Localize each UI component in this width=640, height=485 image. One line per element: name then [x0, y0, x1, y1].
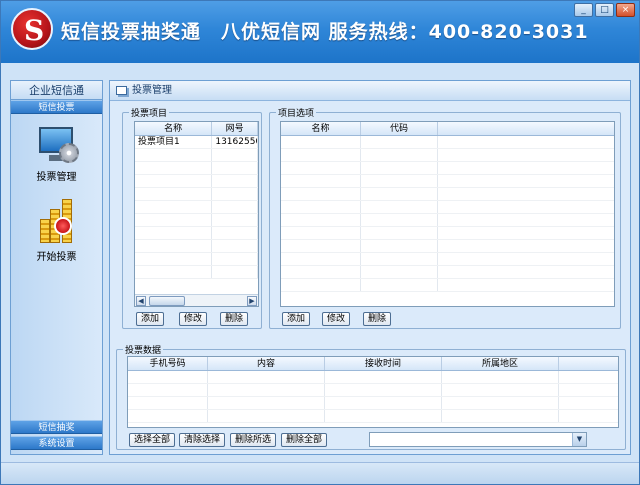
vote-items-grid[interactable]: 名称 网号 投票项目1 13162550018: [134, 121, 259, 307]
column-header[interactable]: 接收时间: [325, 357, 442, 370]
column-header[interactable]: 代码: [361, 122, 438, 135]
grid-body: 投票项目1 13162550018: [135, 136, 258, 279]
status-bar: [1, 462, 639, 484]
option-add-button[interactable]: 添加: [282, 312, 311, 326]
vote-data-grid[interactable]: 手机号码 内容 接收时间 所属地区: [127, 356, 619, 428]
select-all-button[interactable]: 选择全部: [129, 433, 176, 447]
delete-all-button[interactable]: 删除全部: [281, 433, 328, 447]
item-options-grid[interactable]: 名称 代码: [280, 121, 615, 307]
vote-item-add-button[interactable]: 添加: [136, 312, 165, 326]
option-edit-button[interactable]: 修改: [322, 312, 351, 326]
horizontal-scrollbar[interactable]: ◀ ▶: [135, 294, 258, 306]
filter-select[interactable]: ▼: [369, 432, 587, 447]
delete-selected-button[interactable]: 删除所选: [230, 433, 277, 447]
nav-tool-vote-manage[interactable]: 投票管理: [11, 125, 102, 183]
grid-header: 手机号码 内容 接收时间 所属地区: [128, 357, 618, 371]
nav-header: 企业短信通: [11, 81, 102, 100]
column-header[interactable]: 所属地区: [442, 357, 559, 370]
title-banner: S 短信投票抽奖通 八优短信网 服务热线：400-820-3031 _ □ ×: [1, 1, 639, 63]
column-header[interactable]: 网号: [212, 122, 258, 135]
panel-title: 投票管理: [132, 85, 172, 96]
window-icon: [116, 86, 127, 95]
group-legend: 投票项目: [129, 106, 170, 119]
maximize-button[interactable]: □: [595, 3, 614, 17]
option-delete-button[interactable]: 删除: [363, 312, 392, 326]
vote-item-edit-button[interactable]: 修改: [179, 312, 208, 326]
main-panel: 投票管理 投票项目 名称 网号 投票项目1 13162550018: [109, 80, 631, 455]
window-controls: _ □ ×: [574, 3, 635, 17]
coin-stack-icon: [38, 199, 76, 243]
table-cell: 投票项目1: [135, 136, 213, 148]
grid-header: 名称 代码: [281, 122, 614, 136]
table-row[interactable]: 投票项目1 13162550018: [135, 136, 258, 149]
group-legend: 投票数据: [123, 343, 164, 356]
minimize-button[interactable]: _: [574, 3, 593, 17]
vote-data-group: 投票数据 手机号码 内容 接收时间 所属地区 选择全部 清除选择 删除所选 删除…: [116, 343, 626, 450]
logo-letter: S: [24, 14, 45, 47]
app-logo: S: [11, 8, 53, 50]
left-nav: 企业短信通 短信投票 投票管理 开始投票 短信抽奖 系统设置: [10, 80, 103, 455]
vote-items-group: 投票项目 名称 网号 投票项目1 13162550018: [122, 106, 262, 329]
banner-title: 短信投票抽奖通 八优短信网 服务热线：400-820-3031: [61, 21, 589, 43]
column-header[interactable]: 手机号码: [128, 357, 208, 370]
nav-section-vote[interactable]: 短信投票: [11, 100, 102, 114]
vote-item-delete-button[interactable]: 删除: [220, 312, 249, 326]
chevron-down-icon[interactable]: ▼: [572, 433, 586, 446]
column-header[interactable]: 名称: [281, 122, 361, 135]
nav-tool-start-vote[interactable]: 开始投票: [11, 199, 102, 263]
scroll-thumb[interactable]: [149, 296, 185, 306]
nav-tool-label: 开始投票: [36, 252, 77, 263]
scroll-right-icon[interactable]: ▶: [247, 296, 257, 306]
nav-section-lottery[interactable]: 短信抽奖: [11, 420, 102, 434]
item-options-group: 项目选项 名称 代码 添加 修改 删除: [269, 106, 621, 329]
nav-bottom-sections: 短信抽奖 系统设置: [11, 420, 102, 450]
panel-header: 投票管理: [110, 81, 630, 101]
close-button[interactable]: ×: [616, 3, 635, 17]
grid-body: [281, 136, 614, 292]
main-window: S 短信投票抽奖通 八优短信网 服务热线：400-820-3031 _ □ × …: [0, 0, 640, 485]
table-cell: 13162550018: [212, 136, 258, 148]
grid-body: [128, 371, 618, 423]
scroll-left-icon[interactable]: ◀: [136, 296, 146, 306]
group-legend: 项目选项: [276, 106, 317, 119]
nav-section-settings[interactable]: 系统设置: [11, 436, 102, 450]
column-header[interactable]: 内容: [208, 357, 325, 370]
column-header[interactable]: 名称: [135, 122, 213, 135]
nav-tool-label: 投票管理: [36, 172, 77, 183]
monitor-gear-icon: [35, 125, 79, 163]
grid-header: 名称 网号: [135, 122, 258, 136]
clear-selection-button[interactable]: 清除选择: [179, 433, 226, 447]
